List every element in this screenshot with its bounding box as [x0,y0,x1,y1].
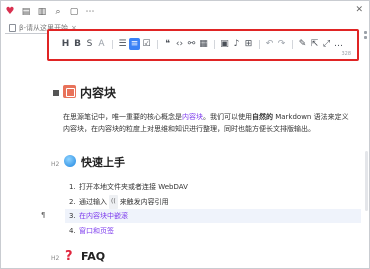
bullet-list-icon[interactable]: ☰ [117,38,128,50]
intro-paragraph[interactable]: 在思源笔记中，唯一重要的核心概念是内容块。我们可以使用自然的 Markdown … [63,111,355,135]
list-text: 窗口和页签 [79,226,114,235]
list-text: 通过输入 [79,197,107,206]
list-text: 来触发内容引用 [119,197,169,206]
bold-icon[interactable]: B [72,38,83,50]
mic-icon[interactable]: ♪ [231,38,242,50]
undo-icon[interactable]: ↶ [264,38,275,50]
strikethrough-icon[interactable]: S [84,38,95,50]
grid-icon[interactable]: ⊞ [243,38,254,50]
more-icon[interactable]: ⋯ [85,7,95,17]
link-icon[interactable]: ⚯ [186,38,197,50]
h2-title[interactable]: 快速上手 [81,154,125,170]
window-close-icon[interactable]: ✕ [355,5,363,15]
heading-emoji-icon [63,85,76,98]
document-icon [9,23,16,32]
word-count: 328 [341,51,351,57]
steps-list: 1. 打开本地文件夹或者连接 WebDAV 2. 通过输入 (( 来触发内容引用… [69,180,188,238]
scrollbar[interactable] [365,151,368,211]
question-icon: ? [65,249,73,264]
para-highlight: 内容块 [182,113,203,121]
code-icon[interactable]: ‹› [174,38,185,50]
list-number: 4. [69,226,76,235]
list-number: 1. [69,183,76,191]
list-number: 3. [69,212,76,220]
table-icon[interactable]: ▦ [198,38,209,50]
app-window: ♥ ▤ ▥ ⌕ ▢ ⋯ ✕ β-请从这里开始 × H B S A ☰ ≡ ☑ ❝ ‹› ⚯ ▦ ▣ ♪ ⊞… [0,0,370,269]
toolbar-separator [157,39,158,49]
window-icon[interactable]: ▢ [69,7,79,17]
list-item[interactable]: 4. 窗口和页签 [69,224,188,239]
fullscreen-icon[interactable]: ⤢ [321,38,332,50]
para-text-2: 。我们可以使用 [203,113,252,121]
list-item[interactable]: 3. 在内容块中嵌滚 [69,209,188,224]
sidebar-toggle-icon[interactable]: ▤ [21,7,31,17]
ordered-list-icon[interactable]: ≡ [129,38,140,50]
quote-icon[interactable]: ❝ [162,38,173,50]
para-bold: 自然的 [252,113,273,121]
list-item[interactable]: 2. 通过输入 (( 来触发内容引用 [69,194,188,209]
h1-title[interactable]: 内容块 [80,84,116,101]
export-icon[interactable]: ⇱ [309,38,320,50]
inline-code: (( [109,194,118,209]
redo-icon[interactable]: ↷ [276,38,287,50]
title-bar: ♥ ▤ ▥ ⌕ ▢ ⋯ [5,5,95,19]
toolbar-buttons: H B S A ☰ ≡ ☑ ❝ ‹› ⚯ ▦ ▣ ♪ ⊞ ↶ ↷ ✎ ⇱ ⤢… [60,38,345,50]
checkbox-icon[interactable]: ☑ [141,38,152,50]
heading-icon[interactable]: H [60,38,71,50]
search-icon[interactable]: ⌕ [53,7,63,17]
list-number: 2. [69,197,76,206]
list-text: 打开本地文件夹或者连接 WebDAV [79,183,188,191]
h2-marker[interactable]: H2 [51,255,59,262]
more-icon[interactable]: … [333,38,344,50]
toolbar-separator [292,39,293,49]
globe-icon [64,155,76,167]
toolbar-separator [214,39,215,49]
faq-title[interactable]: FAQ [81,250,105,263]
right-gutter [364,31,368,43]
pilcrow-marker[interactable]: ¶ [41,211,45,219]
pen-icon[interactable]: ✎ [297,38,308,50]
favorite-icon[interactable]: ♥ [5,7,15,17]
list-text: 在内容块中嵌滚 [79,212,128,220]
toolbar-separator [112,39,113,49]
editor-toolbar: H B S A ☰ ≡ ☑ ❝ ‹› ⚯ ▦ ▣ ♪ ⊞ ↶ ↷ ✎ ⇱ ⤢… 328 [47,29,359,61]
image-icon[interactable]: ▣ [219,38,230,50]
toolbar-separator [259,39,260,49]
heading-block-marker[interactable] [53,90,59,96]
list-item[interactable]: 1. 打开本地文件夹或者连接 WebDAV [69,180,188,195]
para-text-1: 在思源笔记中，唯一重要的核心概念是 [63,113,182,121]
clear-format-icon[interactable]: A [96,38,107,50]
h2-marker[interactable]: H2 [51,161,59,168]
layout-icon[interactable]: ▥ [37,7,47,17]
